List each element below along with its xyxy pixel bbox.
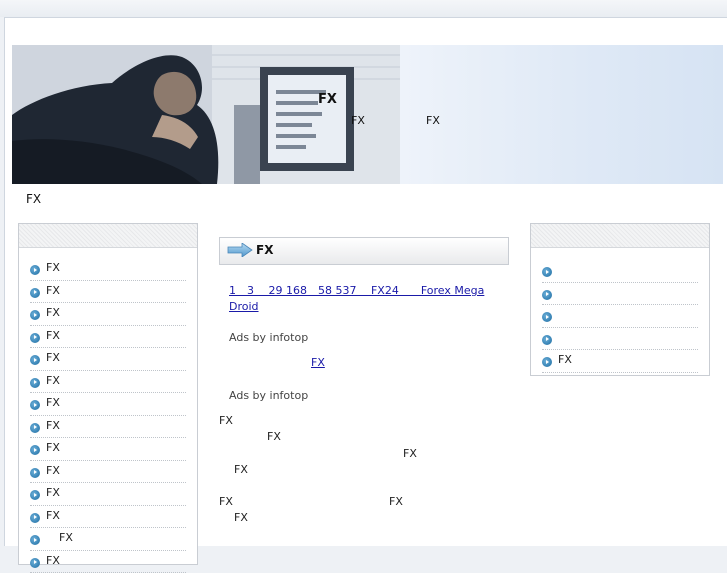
ads-attribution: Ads by infotop — [229, 331, 308, 344]
right-nav-list: FX — [531, 248, 709, 373]
header-banner: FX FX FX — [12, 45, 723, 184]
circle-arrow-bullet-icon — [30, 468, 40, 478]
header-photo — [12, 45, 400, 184]
circle-arrow-bullet-icon — [30, 490, 40, 500]
left-nav-link[interactable]: FX — [46, 396, 60, 409]
left-nav-link[interactable]: FX — [59, 531, 73, 544]
left-nav-link[interactable]: FX — [46, 486, 60, 499]
body-text: FX — [234, 463, 248, 476]
right-nav-item[interactable] — [542, 260, 698, 283]
left-nav-item[interactable]: FX — [30, 258, 186, 281]
left-nav-link[interactable]: FX — [46, 374, 60, 387]
right-nav-item[interactable] — [542, 328, 698, 351]
left-nav-item[interactable]: FX — [30, 303, 186, 326]
left-nav-link[interactable]: FX — [46, 329, 60, 342]
circle-arrow-bullet-icon — [30, 265, 40, 275]
left-nav-link[interactable]: FX — [46, 284, 60, 297]
left-nav-item[interactable]: FX — [30, 371, 186, 394]
left-nav-item[interactable]: FX — [30, 281, 186, 304]
left-nav-item[interactable]: FX — [30, 438, 186, 461]
left-nav-link[interactable]: FX — [46, 351, 60, 364]
left-nav-link[interactable]: FX — [46, 509, 60, 522]
left-nav-list: FX FX FX FX FX FX FX FX FX FX FX FX FX F… — [19, 248, 197, 573]
ads-attribution: Ads by infotop — [229, 389, 308, 402]
left-nav-item[interactable]: FX — [30, 393, 186, 416]
circle-arrow-bullet-icon — [30, 513, 40, 523]
circle-arrow-bullet-icon — [30, 355, 40, 365]
left-sidebar: FX FX FX FX FX FX FX FX FX FX FX FX FX F… — [18, 223, 198, 565]
main-section-header: FX — [219, 237, 509, 265]
body-text: FX — [234, 511, 248, 524]
sponsored-link-text: FX — [311, 356, 325, 369]
right-nav-link[interactable]: FX — [558, 353, 572, 366]
left-nav-item[interactable]: FX — [30, 551, 186, 573]
body-text: FX — [267, 430, 281, 443]
left-nav-link[interactable]: FX — [46, 554, 60, 567]
circle-arrow-bullet-icon — [30, 423, 40, 433]
blue-arrow-icon — [227, 243, 253, 257]
body-text: FX — [403, 447, 417, 460]
left-nav-link[interactable]: FX — [46, 419, 60, 432]
circle-arrow-bullet-icon — [542, 357, 552, 367]
left-nav-link[interactable]: FX — [46, 441, 60, 454]
right-sidebar: FX — [530, 223, 710, 376]
circle-arrow-bullet-icon — [30, 288, 40, 298]
left-nav-link[interactable]: FX — [46, 261, 60, 274]
left-nav-item[interactable]: FX — [30, 461, 186, 484]
circle-arrow-bullet-icon — [542, 267, 552, 277]
left-nav-link[interactable]: FX — [46, 464, 60, 477]
left-sidebar-header — [19, 224, 197, 248]
browser-top-strip — [0, 0, 727, 17]
circle-arrow-bullet-icon — [542, 290, 552, 300]
left-nav-link[interactable]: FX — [46, 306, 60, 319]
circle-arrow-bullet-icon — [30, 378, 40, 388]
site-subtitle-1: FX — [351, 114, 365, 127]
left-nav-item[interactable]: FX — [30, 348, 186, 371]
body-text: FX — [219, 495, 233, 508]
circle-arrow-bullet-icon — [30, 400, 40, 410]
circle-arrow-bullet-icon — [30, 333, 40, 343]
right-nav-item[interactable] — [542, 305, 698, 328]
site-subtitle-2: FX — [426, 114, 440, 127]
circle-arrow-bullet-icon — [30, 558, 40, 568]
right-sidebar-header — [531, 224, 709, 248]
circle-arrow-bullet-icon — [542, 312, 552, 322]
main-section-title: FX — [256, 243, 273, 257]
circle-arrow-bullet-icon — [30, 310, 40, 320]
right-nav-item[interactable]: FX — [542, 350, 698, 373]
left-nav-item[interactable]: FX — [30, 483, 186, 506]
left-nav-item[interactable]: FX — [30, 506, 186, 529]
circle-arrow-bullet-icon — [542, 335, 552, 345]
left-nav-item[interactable]: FX — [30, 326, 186, 349]
sponsored-link[interactable]: FX — [229, 356, 331, 369]
circle-arrow-bullet-icon — [30, 445, 40, 455]
sponsored-link[interactable]: 1 3 29 168 58 537 FX24 Forex Mega Droid — [229, 283, 491, 315]
left-nav-item[interactable]: FX — [30, 416, 186, 439]
right-nav-item[interactable] — [542, 283, 698, 306]
site-title: FX — [318, 92, 337, 107]
left-nav-item[interactable]: FX — [30, 528, 186, 551]
site-description: FX — [26, 192, 41, 206]
body-text: FX — [389, 495, 403, 508]
body-text: FX — [219, 414, 233, 427]
circle-arrow-bullet-icon — [30, 535, 40, 545]
